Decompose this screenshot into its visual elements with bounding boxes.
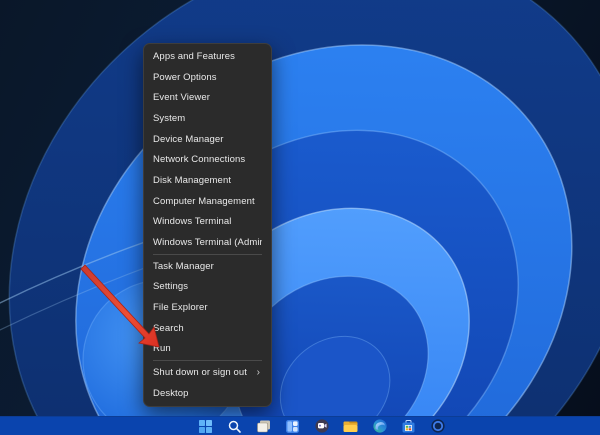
menu-item-label: Shut down or sign out	[153, 367, 257, 378]
file-explorer-icon[interactable]	[343, 419, 358, 434]
menu-separator	[153, 360, 262, 361]
submenu-chevron-icon: ›	[257, 368, 260, 378]
menu-item-label: Desktop	[153, 388, 262, 399]
menu-item-label: Device Manager	[153, 134, 262, 145]
menu-item-apps-and-features[interactable]: Apps and Features	[144, 46, 271, 67]
widgets-icon[interactable]	[285, 419, 300, 434]
menu-item-task-manager[interactable]: Task Manager	[144, 256, 271, 277]
menu-item-windows-terminal-admin[interactable]: Windows Terminal (Admin)	[144, 232, 271, 253]
menu-item-label: Power Options	[153, 72, 262, 83]
menu-item-windows-terminal[interactable]: Windows Terminal	[144, 212, 271, 233]
edge-icon[interactable]	[372, 419, 387, 434]
menu-item-label: Event Viewer	[153, 92, 262, 103]
chat-icon[interactable]	[314, 419, 329, 434]
menu-item-label: Search	[153, 323, 262, 334]
menu-item-desktop[interactable]: Desktop	[144, 383, 271, 404]
search-icon[interactable]	[227, 419, 242, 434]
taskbar	[0, 416, 600, 435]
menu-item-label: Apps and Features	[153, 51, 262, 62]
menu-item-computer-management[interactable]: Computer Management	[144, 191, 271, 212]
menu-item-event-viewer[interactable]: Event Viewer	[144, 87, 271, 108]
menu-item-disk-management[interactable]: Disk Management	[144, 170, 271, 191]
menu-item-label: Run	[153, 343, 262, 354]
wallpaper-bloom	[0, 0, 600, 417]
menu-separator	[153, 254, 262, 255]
menu-item-label: Settings	[153, 281, 262, 292]
taskbar-icons	[198, 419, 445, 434]
winx-context-menu: Apps and Features Power Options Event View…	[143, 43, 272, 407]
menu-item-label: File Explorer	[153, 302, 262, 313]
menu-item-shut-down-or-sign-out[interactable]: Shut down or sign out›	[144, 362, 271, 383]
task-view-icon[interactable]	[256, 419, 271, 434]
store-icon[interactable]	[401, 419, 416, 434]
menu-item-label: System	[153, 113, 262, 124]
menu-item-search[interactable]: Search	[144, 318, 271, 339]
menu-item-settings[interactable]: Settings	[144, 277, 271, 298]
menu-item-run[interactable]: Run	[144, 339, 271, 360]
menu-item-label: Task Manager	[153, 261, 262, 272]
cortana-ring-icon[interactable]	[430, 419, 445, 434]
menu-item-power-options[interactable]: Power Options	[144, 67, 271, 88]
menu-item-label: Windows Terminal (Admin)	[153, 237, 262, 248]
menu-item-label: Network Connections	[153, 154, 262, 165]
menu-item-file-explorer[interactable]: File Explorer	[144, 297, 271, 318]
menu-item-label: Disk Management	[153, 175, 262, 186]
menu-item-label: Windows Terminal	[153, 216, 262, 227]
start-icon[interactable]	[198, 419, 213, 434]
menu-item-system[interactable]: System	[144, 108, 271, 129]
menu-item-device-manager[interactable]: Device Manager	[144, 129, 271, 150]
menu-item-network-connections[interactable]: Network Connections	[144, 149, 271, 170]
menu-item-label: Computer Management	[153, 196, 262, 207]
desktop: Apps and Features Power Options Event View…	[0, 0, 600, 435]
